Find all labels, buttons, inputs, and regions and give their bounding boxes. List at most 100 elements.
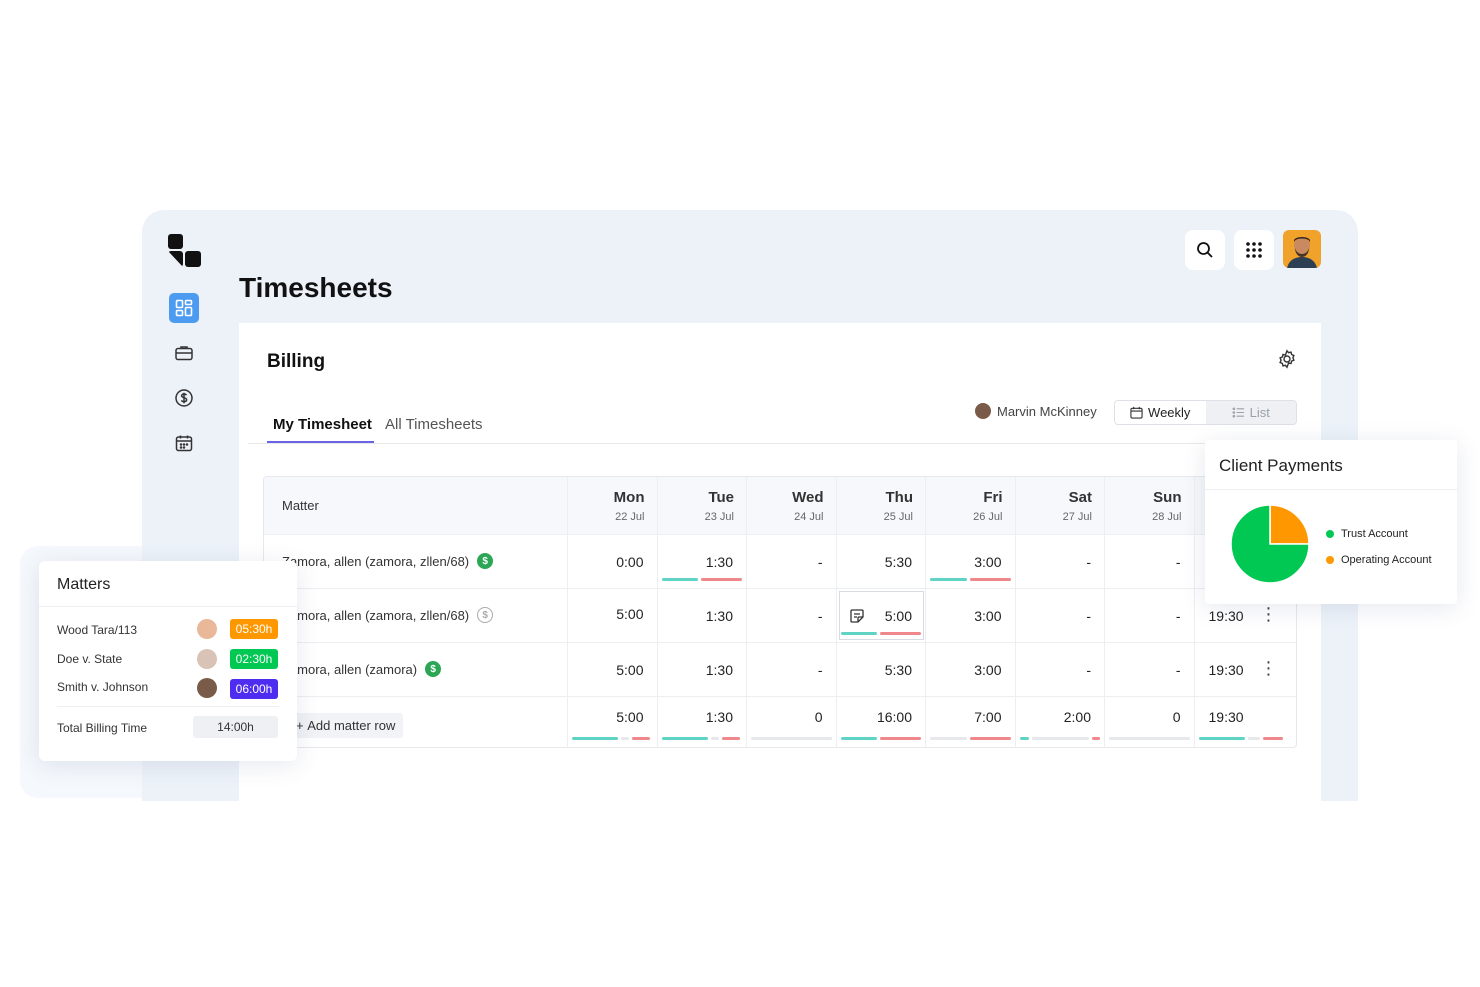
user-avatar[interactable] <box>1283 230 1321 268</box>
list-view-button[interactable]: List <box>1205 401 1296 424</box>
progress-bars <box>840 632 921 635</box>
nav-matters[interactable] <box>169 338 199 368</box>
more-icon[interactable]: ⋮ <box>1260 659 1278 677</box>
total-billing-value: 14:00h <box>193 716 278 738</box>
pie-slice-operating-account[interactable] <box>1269 504 1310 545</box>
calendar-icon <box>175 435 193 452</box>
time-cell[interactable]: - <box>1016 535 1105 588</box>
stage: Timesheets Billing My Timesheet All Time… <box>0 0 1480 987</box>
billing-title: Billing <box>267 351 326 372</box>
progress-bars <box>1019 737 1100 740</box>
billable-icon[interactable]: $ <box>425 661 442 677</box>
day-total: 0 <box>1105 697 1195 747</box>
time-cell[interactable]: - <box>1016 643 1105 696</box>
hours-badge: 02:30h <box>230 649 278 669</box>
divider <box>57 706 279 707</box>
matter-item-name[interactable]: Doe v. State <box>57 652 122 666</box>
page-title: Timesheets <box>239 272 393 303</box>
matter-column-header: Matter <box>264 477 568 534</box>
progress-bars <box>751 737 832 740</box>
time-cell[interactable]: 5:00 <box>568 589 658 642</box>
day-total: 5:00 <box>568 697 658 747</box>
matter-item-name[interactable]: Smith v. Johnson <box>57 680 148 694</box>
nav-dashboard[interactable] <box>169 293 199 323</box>
totals-row: + Add matter row 5:00 1:30 0 16:00 7:00 … <box>264 697 1296 747</box>
grid-icon <box>1246 242 1262 258</box>
progress-bars <box>661 737 743 740</box>
matter-name[interactable]: Zamora, allen (zamora, zllen/68) <box>282 554 469 569</box>
view-toggle: Weekly List <box>1114 400 1297 425</box>
time-cell[interactable]: - <box>747 589 837 642</box>
day-header-fri: Fri 26 Jul <box>926 477 1016 534</box>
time-cell[interactable]: 3:00 <box>926 643 1016 696</box>
table-row: Zamora, allen (zamora) $ 5:00 1:30 - 5:30… <box>264 643 1296 697</box>
progress-bars <box>572 737 653 740</box>
legend-swatch <box>1326 556 1334 564</box>
non-billable-icon[interactable]: $ <box>477 607 494 623</box>
hours-badge: 06:00h <box>230 679 278 699</box>
time-cell[interactable]: - <box>747 535 837 588</box>
time-cell[interactable]: 5:00 <box>568 643 658 696</box>
time-cell[interactable]: - <box>1016 589 1105 642</box>
billable-icon[interactable]: $ <box>477 553 494 569</box>
matters-panel: Matters Wood Tara/113 05:30h Doe v. Stat… <box>39 561 297 761</box>
tab-all-timesheets[interactable]: All Timesheets <box>385 416 483 433</box>
apps-button[interactable] <box>1234 230 1274 270</box>
client-payments-panel: Client Payments Trust Account Operating … <box>1205 440 1457 604</box>
add-matter-row-button[interactable]: + Add matter row <box>288 713 404 738</box>
dollar-circle-icon <box>175 389 193 407</box>
time-cell[interactable]: 3:00 <box>926 535 1016 588</box>
legend-swatch <box>1326 530 1334 538</box>
pie-chart <box>1230 504 1310 584</box>
time-cell[interactable]: 1:30 <box>658 535 747 588</box>
time-cell[interactable]: - <box>1105 643 1195 696</box>
time-cell[interactable]: - <box>747 643 837 696</box>
total-billing-label: Total Billing Time <box>57 721 148 735</box>
day-header-thu: Thu 25 Jul <box>837 477 926 534</box>
billing-card: Billing My Timesheet All Timesheets Marv… <box>239 323 1321 801</box>
avatar-icon <box>1287 237 1317 268</box>
user-avatar-small <box>975 403 991 419</box>
tab-divider <box>248 443 1314 444</box>
matter-item-name[interactable]: Wood Tara/113 <box>57 623 137 637</box>
hours-badge: 05:30h <box>230 619 278 639</box>
list-label: List <box>1249 405 1270 420</box>
nav-billing[interactable] <box>169 383 199 413</box>
time-cell[interactable]: 5:30 <box>837 535 926 588</box>
progress-bars <box>930 737 1011 740</box>
table-row: Zamora, allen (zamora, zllen/68) $ 5:00 1… <box>264 589 1296 643</box>
time-cell-selected[interactable]: 5:00 <box>837 589 926 642</box>
app-logo[interactable] <box>168 234 202 268</box>
progress-bars <box>1109 737 1190 740</box>
note-icon[interactable] <box>849 608 865 624</box>
time-cell[interactable]: - <box>1105 589 1195 642</box>
day-total: 0 <box>747 697 837 747</box>
table-header: Matter Mon 22 Jul Tue 23 Jul Wed 24 Jul Thu… <box>264 477 1296 535</box>
time-cell[interactable]: 0:00 <box>568 535 658 588</box>
user-selector[interactable]: Marvin McKinney <box>975 403 1097 419</box>
tab-my-timesheet[interactable]: My Timesheet <box>273 416 372 433</box>
time-cell[interactable]: 3:00 <box>926 589 1016 642</box>
settings-button[interactable] <box>1277 349 1297 374</box>
day-header-mon: Mon 22 Jul <box>568 477 658 534</box>
weekly-view-button[interactable]: Weekly <box>1115 401 1206 424</box>
matter-name[interactable]: Zamora, allen (zamora, zllen/68) <box>282 608 469 623</box>
more-icon[interactable]: ⋮ <box>1260 605 1278 623</box>
matter-name[interactable]: Zamora, allen (zamora) <box>282 662 417 677</box>
table-row: Zamora, allen (zamora, zllen/68) $ 0:00 1… <box>264 535 1296 589</box>
search-button[interactable] <box>1185 230 1225 270</box>
briefcase-icon <box>175 346 193 361</box>
time-cell[interactable]: 1:30 <box>658 589 747 642</box>
time-cell[interactable]: 1:30 <box>658 643 747 696</box>
legend-item: Trust Account <box>1326 528 1408 540</box>
progress-bars <box>661 578 742 581</box>
progress-bars <box>1198 737 1292 740</box>
avatar <box>197 619 217 639</box>
row-total: 19:30 ⋮ <box>1208 658 1278 678</box>
time-cell[interactable]: - <box>1105 535 1195 588</box>
grand-total: 19:30 <box>1195 697 1296 747</box>
nav-calendar[interactable] <box>169 428 199 458</box>
time-cell[interactable]: 5:30 <box>837 643 926 696</box>
avatar <box>197 678 217 698</box>
search-icon <box>1197 242 1213 258</box>
